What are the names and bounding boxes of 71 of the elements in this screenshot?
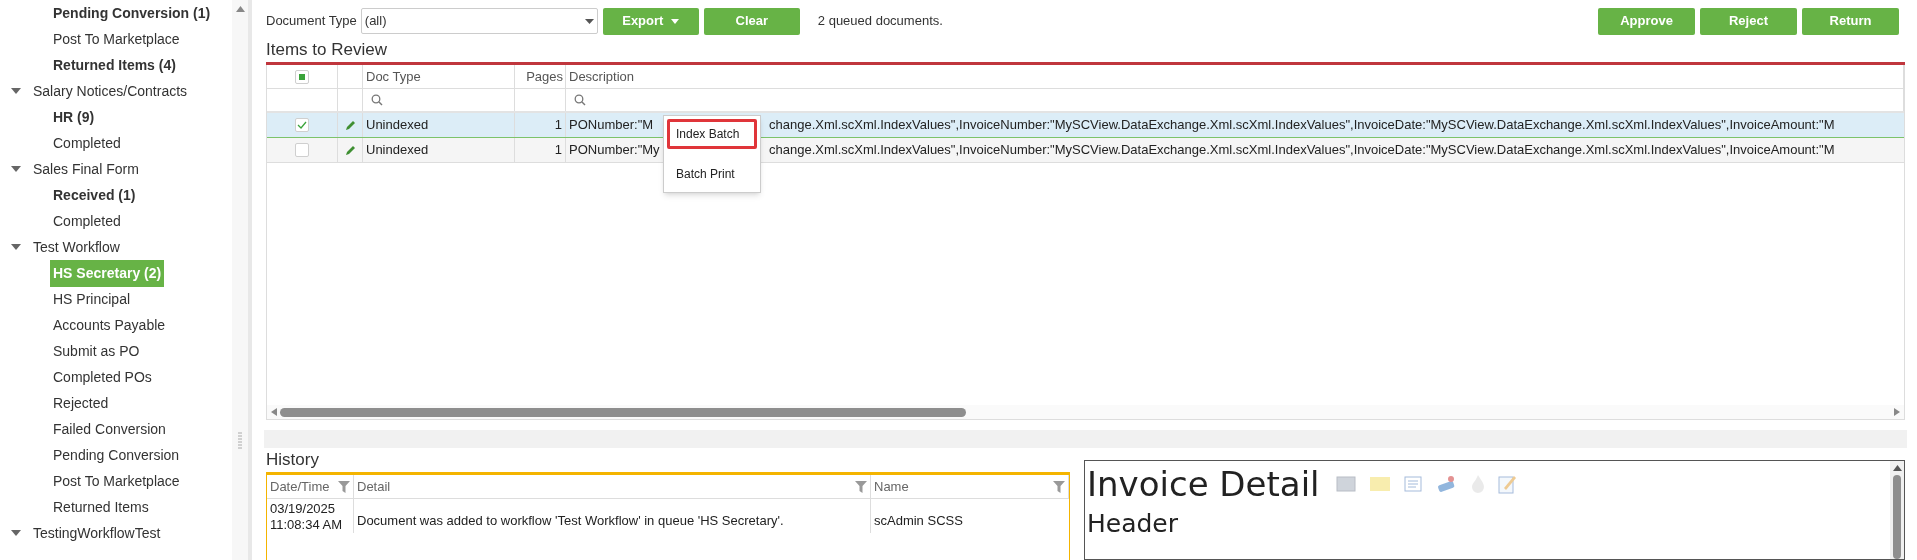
panel-title: History bbox=[266, 449, 320, 471]
rectangle-icon[interactable] bbox=[1335, 476, 1356, 492]
caret-icon bbox=[671, 18, 680, 24]
table-cell-text: Unindexed bbox=[366, 141, 429, 160]
table-cell: PONumber:"My bbox=[569, 142, 660, 158]
sidebar-item[interactable]: Post To Marketplace bbox=[50, 467, 183, 495]
sidebar-item[interactable]: Completed bbox=[50, 207, 124, 235]
table-cell-text: 11:08:34 AM bbox=[270, 517, 344, 533]
scroll-up-icon[interactable] bbox=[1892, 465, 1902, 471]
sidebar-group[interactable]: TestingWorkflowTest bbox=[33, 522, 161, 544]
pencil-icon[interactable] bbox=[344, 144, 356, 156]
sidebar-item[interactable]: HS Principal bbox=[50, 285, 134, 313]
sidebar-group[interactable]: Sales Final Form bbox=[33, 158, 139, 180]
column-header[interactable]: Name bbox=[874, 476, 909, 497]
table-cell-text: Unindexed bbox=[366, 116, 429, 135]
sidebar-item[interactable]: Returned Items (4) bbox=[50, 51, 179, 79]
search-icon[interactable] bbox=[371, 94, 383, 106]
checkbox[interactable] bbox=[295, 69, 309, 84]
sidebar-item[interactable]: Failed Conversion bbox=[50, 415, 169, 443]
table-cell-text: 1 bbox=[554, 116, 562, 135]
table-cell-text: change.Xml.scXml.IndexValues",InvoiceNumber:"MySCView.DataExchange.Xml.scXml.IndexValues",InvoiceDate:"MySCView.DataExchange.Xml.scXml.IndexValues",InvoiceAmount:"M bbox=[769, 141, 1835, 160]
search-icon[interactable] bbox=[574, 94, 586, 106]
document-heading: Header bbox=[1087, 508, 1180, 540]
sidebar-item[interactable]: Submit as PO bbox=[50, 337, 143, 365]
sidebar-item[interactable]: Post To Marketplace bbox=[50, 25, 183, 53]
sidebar-item[interactable]: Returned Items bbox=[50, 493, 152, 521]
expanded-caret-icon[interactable] bbox=[11, 165, 21, 173]
column-header[interactable]: Date/Time bbox=[270, 476, 330, 497]
panel-title: Items to Review bbox=[266, 39, 388, 61]
sidebar-item[interactable]: Completed POs bbox=[50, 363, 155, 391]
sidebar-item[interactable]: Rejected bbox=[50, 389, 112, 417]
document-title: Invoice Detail bbox=[1087, 463, 1320, 506]
sidebar-item[interactable]: Pending Conversion (1) bbox=[50, 0, 214, 27]
checkbox[interactable] bbox=[295, 143, 309, 157]
vertical-scrollbar-thumb[interactable] bbox=[1893, 475, 1901, 559]
table-cell: scAdmin SCSS bbox=[874, 513, 963, 528]
filter-icon[interactable] bbox=[855, 480, 867, 493]
sidebar-item[interactable]: Completed bbox=[50, 129, 124, 157]
column-header[interactable]: Pages bbox=[526, 66, 563, 87]
table-row[interactable]: Unindexed 1 PONumber:"My change.Xml.scXml.IndexValues",InvoiceNumber:"MySCView.DataExchange.Xml.scXml.IndexValues",InvoiceDate:"MySCView.DataExchange.Xml.scXml.IndexValues",InvoiceAmount:"M bbox=[267, 138, 1904, 163]
checkbox[interactable] bbox=[295, 118, 309, 132]
expanded-caret-icon[interactable] bbox=[11, 243, 21, 251]
sidebar-item[interactable]: Pending Conversion bbox=[50, 441, 183, 469]
scroll-up-icon[interactable] bbox=[235, 6, 245, 12]
status-text: 2 queued documents. bbox=[817, 12, 943, 31]
table-cell-text: change.Xml.scXml.IndexValues",InvoiceNumber:"MySCView.DataExchange.Xml.scXml.IndexValues",InvoiceDate:"MySCView.DataExchange.Xml.scXml.IndexValues",InvoiceAmount:"M bbox=[769, 116, 1835, 135]
sidebar-group[interactable]: Test Workflow bbox=[33, 236, 120, 258]
grip-icon[interactable] bbox=[238, 432, 242, 450]
table-cell-text: 03/19/2025 bbox=[270, 501, 337, 517]
sidebar-item[interactable]: HR (9) bbox=[50, 103, 98, 131]
column-header[interactable]: Doc Type bbox=[366, 66, 421, 87]
scroll-left-icon[interactable] bbox=[271, 408, 277, 416]
sidebar-item[interactable]: Accounts Payable bbox=[50, 311, 169, 339]
caret-icon bbox=[584, 18, 594, 24]
filter-icon[interactable] bbox=[338, 480, 350, 493]
expanded-caret-icon[interactable] bbox=[11, 87, 21, 95]
menu-item[interactable]: Index Batch bbox=[667, 119, 757, 149]
sidebar-item[interactable]: Received (1) bbox=[50, 181, 139, 209]
horizontal-scrollbar-thumb[interactable] bbox=[280, 407, 966, 417]
filter-icon[interactable] bbox=[1053, 480, 1065, 493]
document-type-select[interactable]: (all) bbox=[360, 8, 598, 34]
column-header[interactable]: Detail bbox=[357, 476, 391, 497]
table-cell: Document was added to workflow 'Test Workflow' in queue 'HS Secretary'. bbox=[357, 513, 784, 528]
pencil-icon[interactable] bbox=[344, 119, 356, 131]
sidebar-group[interactable]: Salary Notices/Contracts bbox=[33, 80, 188, 102]
table-cell-text: 1 bbox=[554, 141, 562, 160]
table-cell: PONumber:"M bbox=[569, 117, 654, 133]
field-label: Document Type bbox=[266, 12, 357, 31]
scroll-right-icon[interactable] bbox=[1894, 408, 1900, 416]
expanded-caret-icon[interactable] bbox=[11, 529, 21, 537]
column-header[interactable]: Description bbox=[569, 66, 635, 87]
